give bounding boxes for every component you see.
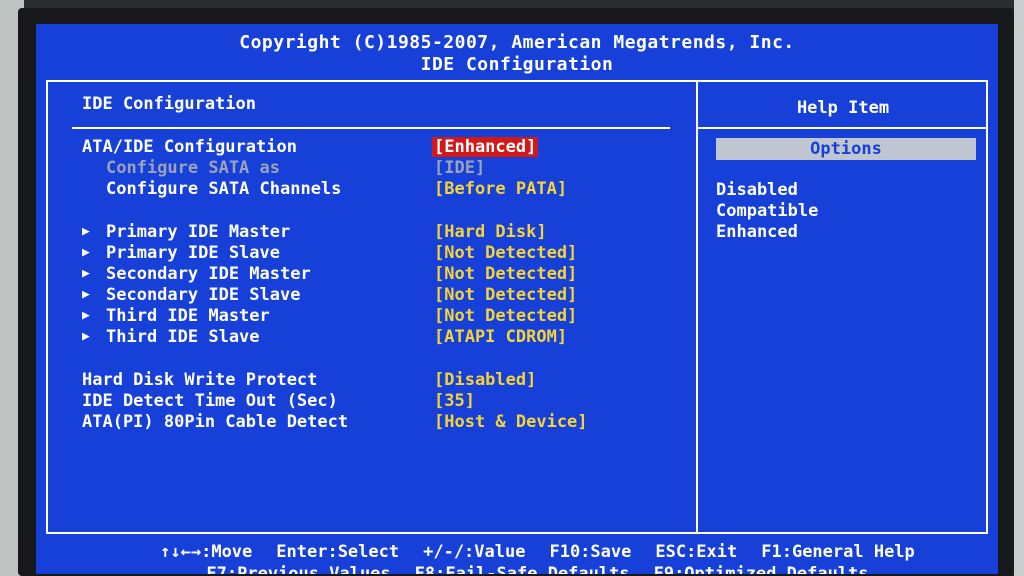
setting-row-ata-ide-configuration[interactable]: ATA/IDE Configuration [Enhanced] — [36, 137, 696, 158]
setting-row-configure-sata-as[interactable]: Configure SATA as [IDE] — [36, 158, 696, 179]
setting-label: Secondary IDE Master — [106, 264, 311, 284]
setting-row-cable-detect[interactable]: ATA(PI) 80Pin Cable Detect [Host & Device… — [36, 412, 696, 433]
triangle-right-icon: ▶ — [82, 287, 90, 302]
triangle-right-icon: ▶ — [82, 245, 90, 260]
setting-label: Configure SATA Channels — [106, 179, 342, 199]
triangle-right-icon: ▶ — [82, 266, 90, 281]
help-title: Help Item — [796, 98, 890, 118]
setting-value[interactable]: [Hard Disk] — [434, 222, 547, 242]
setting-row-third-ide-slave[interactable]: ▶ Third IDE Slave [ATAPI CDROM] — [36, 327, 696, 348]
setting-value[interactable]: [ATAPI CDROM] — [434, 327, 567, 347]
help-option-compatible: Compatible — [716, 201, 819, 221]
setting-label: Secondary IDE Slave — [106, 285, 301, 305]
footer-key-failsafe-defaults: F8:Fail-Safe Defaults — [414, 564, 630, 574]
triangle-right-icon: ▶ — [82, 308, 90, 323]
help-option-enhanced: Enhanced — [716, 222, 798, 242]
setting-value[interactable]: [Not Detected] — [434, 243, 577, 263]
setting-row-secondary-ide-slave[interactable]: ▶ Secondary IDE Slave [Not Detected] — [36, 285, 696, 306]
triangle-right-icon: ▶ — [82, 224, 90, 239]
help-options-header: Options — [716, 138, 976, 160]
setting-value[interactable]: [Not Detected] — [434, 306, 577, 326]
setting-label: ATA(PI) 80Pin Cable Detect — [82, 412, 349, 432]
setting-label: Third IDE Master — [106, 306, 270, 326]
bios-screen: Copyright (C)1985-2007, American Megatre… — [36, 24, 998, 574]
setting-row-ide-detect-timeout[interactable]: IDE Detect Time Out (Sec) [35] — [36, 391, 696, 412]
background-wall-right — [1014, 0, 1024, 576]
setting-value[interactable]: [35] — [434, 391, 475, 411]
setting-label: Primary IDE Master — [106, 222, 291, 242]
setting-label: Hard Disk Write Protect — [82, 370, 318, 390]
setting-value[interactable]: [Host & Device] — [434, 412, 588, 432]
setting-value[interactable]: [Disabled] — [434, 370, 536, 390]
copyright-banner: Copyright (C)1985-2007, American Megatre… — [239, 32, 795, 53]
setting-row-hard-disk-write-protect[interactable]: Hard Disk Write Protect [Disabled] — [36, 370, 696, 391]
panel-divider — [696, 80, 698, 534]
setting-value[interactable]: [Before PATA] — [434, 179, 567, 199]
setting-value[interactable]: [Enhanced] — [432, 137, 539, 157]
setting-row-primary-ide-master[interactable]: ▶ Primary IDE Master [Hard Disk] — [36, 222, 696, 243]
footer-key-previous-values: F7:Previous Values — [206, 564, 391, 574]
setting-value[interactable]: [Not Detected] — [434, 264, 577, 284]
setting-value[interactable]: [IDE] — [434, 158, 485, 178]
section-title: IDE Configuration — [82, 94, 256, 114]
setting-value[interactable]: [Not Detected] — [434, 285, 577, 305]
section-title-underline — [72, 127, 670, 129]
setting-label: Third IDE Slave — [106, 327, 260, 347]
footer-keys-line-2: F7:Previous Values F8:Fail-Safe Defaults F… — [36, 544, 998, 574]
setting-row-secondary-ide-master[interactable]: ▶ Secondary IDE Master [Not Detected] — [36, 264, 696, 285]
setting-row-configure-sata-channels[interactable]: Configure SATA Channels [Before PATA] — [36, 179, 696, 200]
triangle-right-icon: ▶ — [82, 329, 90, 344]
footer-key-optimized-defaults: F9:Optimized Defaults — [653, 564, 869, 574]
help-option-disabled: Disabled — [716, 180, 798, 200]
setting-label: Primary IDE Slave — [106, 243, 280, 263]
setting-row-third-ide-master[interactable]: ▶ Third IDE Master [Not Detected] — [36, 306, 696, 327]
setting-row-primary-ide-slave[interactable]: ▶ Primary IDE Slave [Not Detected] — [36, 243, 696, 264]
help-title-underline — [698, 127, 988, 129]
page-title: IDE Configuration — [420, 54, 614, 75]
setting-label: IDE Detect Time Out (Sec) — [82, 391, 338, 411]
setting-label: ATA/IDE Configuration — [82, 137, 297, 157]
setting-label: Configure SATA as — [106, 158, 280, 178]
